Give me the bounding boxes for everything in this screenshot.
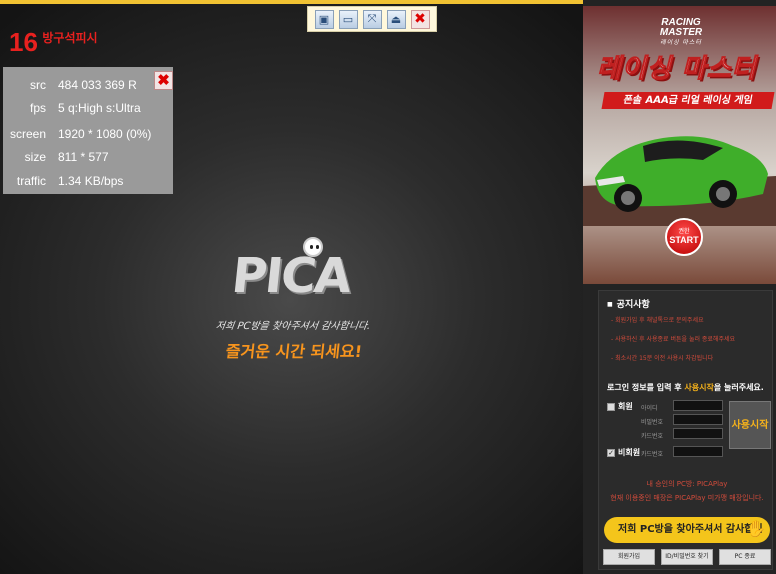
ad-brand: RACING MASTER 레이싱 마스터 [646,18,716,48]
bottom-buttons: 회원가입 ID/비밀번호 찾기 PC 종료 [603,549,771,567]
id-label: 아이디 [641,405,658,412]
stat-row: screen 1920 * 1080 (0%) [3,127,173,147]
pc-info: 내 승인의 PC방: PICAPlay 현재 이용중인 매장은 PICAPlay… [607,479,767,503]
race-car-image [583,136,776,226]
pc-info-line1: 내 승인의 PC방: PICAPlay [646,480,728,488]
stat-value: 1920 * 1080 (0%) [58,127,152,141]
member-label: 회원 [618,402,633,411]
login-panel: 공지사항 회원가입 후 채널톡으로 문의주세요 사용하신 후 사용종료 버튼을 … [598,290,773,570]
remote-toolbar: ▣ ▭ ⤧ ⏏ ✖ [307,6,437,32]
notice-item: 사용하신 후 사용종료 버튼을 눌러 종료해주세요 [611,334,771,343]
stats-panel: src 484 033 369 R fps 5 q:High s:Ultra s… [3,67,173,194]
stat-row: size 811 * 577 [3,150,173,170]
stat-key: screen [9,127,46,141]
stat-key: fps [29,101,46,115]
ad-brand-sub: 레이싱 마스터 [660,40,702,46]
login-hint: 로그인 정보를 입력 후 사용시작을 눌러주세요. [607,382,764,393]
ad-start-button[interactable]: 권한 START [665,218,703,256]
use-start-button[interactable]: 사용시작 [729,401,771,449]
fullscreen-icon[interactable]: ⤧ [362,9,382,29]
seat-label: 방구석피시 [42,31,98,45]
ad-title: 레이싱 마스터 [597,54,757,85]
guest-card-label: 카드번호 [641,451,664,458]
login-form: 회원 아이디 비밀번호 카드번호 ✓ 비회원 카드번호 사용시작 [605,395,772,465]
id-field[interactable] [673,400,723,411]
ad-start-label: START [669,235,699,245]
ad-brand-name: RACING MASTER [659,17,703,38]
guest-checkbox[interactable]: ✓ [607,448,615,457]
wave-hand-icon: ✋ [746,519,766,538]
window-icon[interactable]: ▭ [338,9,358,29]
signup-button[interactable]: 회원가입 [603,549,655,565]
notice-title: 공지사항 [607,297,650,310]
notice-item: 회원가입 후 채널톡으로 문의주세요 [611,315,771,324]
card-field[interactable] [673,428,723,439]
hint-text: 을 눌러주세요. [713,383,764,392]
stat-value: 484 033 369 R [58,78,137,92]
eject-icon[interactable]: ⏏ [386,9,406,29]
stat-row: fps 5 q:High s:Ultra [3,101,173,121]
guest-option[interactable]: ✓ 비회원 [607,447,640,458]
ad-subtitle: 폰솔 AAA급 리얼 레이싱 게임 [601,92,775,109]
display-icon[interactable]: ▣ [314,9,334,29]
close-icon[interactable]: ✖ [410,9,430,29]
stat-row: src 484 033 369 R [3,78,173,98]
find-account-button[interactable]: ID/비밀번호 찾기 [661,549,713,565]
welcome-slogan: 저희 PC방을 찾아주셔서 감사합니다. [214,321,372,332]
stat-key: size [24,150,46,164]
enjoy-slogan: 즐거운 시간 되세요! [224,342,364,361]
thanks-banner: 저희 PC방을 찾아주셔서 감사합니다. ✋ [604,517,770,561]
guest-card-field[interactable] [673,446,723,457]
member-option[interactable]: 회원 [607,401,633,412]
stat-key: src [30,78,46,92]
smiley-icon [303,237,323,257]
stats-close-icon[interactable]: ✖ [154,71,173,90]
card-label: 카드번호 [641,433,664,440]
seat-number: 16 [9,27,38,57]
password-field[interactable] [673,414,723,425]
stat-value: 1.34 KB/bps [58,174,124,188]
ad-banner[interactable]: RACING MASTER 레이싱 마스터 레이싱 마스터 폰솔 AAA급 리얼… [583,6,776,284]
notice-item: 최소시간 15분 이전 사용시 차감됩니다 [611,353,771,362]
stat-row: traffic 1.34 KB/bps [3,174,173,194]
hint-highlight: 사용시작 [684,383,714,392]
hint-text: 로그인 정보를 입력 후 [607,383,685,392]
stat-value: 811 * 577 [58,150,109,164]
pica-logo: PICA [229,248,353,304]
seat-counter: 16 방구석피시 [9,27,98,58]
member-checkbox[interactable] [607,402,615,411]
pc-info-line2: 현재 이용중인 매장은 PICAPlay 미가맹 매장입니다. [610,494,764,502]
stat-value: 5 q:High s:Ultra [58,101,141,115]
ad-start-small: 권한 [678,229,690,235]
stat-key: traffic [16,174,46,188]
pw-label: 비밀번호 [641,419,664,426]
pc-shutdown-button[interactable]: PC 종료 [719,549,771,565]
guest-label: 비회원 [618,448,641,457]
